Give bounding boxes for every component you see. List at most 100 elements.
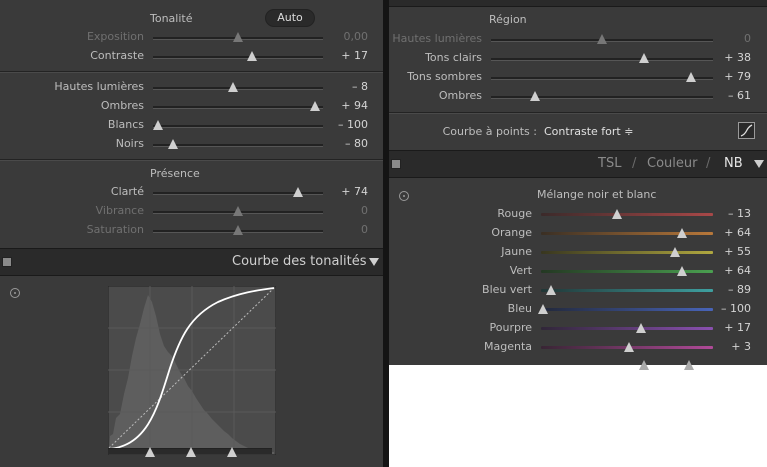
- slider-row-exposition: Exposition 0,00: [0, 29, 383, 47]
- ombres-thumb[interactable]: [310, 101, 320, 111]
- ombres-value[interactable]: – 61: [719, 89, 751, 102]
- hautes-lumières-label: Hautes lumières: [392, 32, 482, 45]
- collapse-triangle-icon[interactable]: [754, 160, 764, 168]
- pourpre-label: Pourpre: [489, 321, 533, 334]
- contraste-track[interactable]: [153, 56, 323, 59]
- slider-row-tons-sombres: Tons sombres + 79: [389, 69, 767, 87]
- tons-clairs-thumb[interactable]: [639, 53, 649, 63]
- tone-curve-header[interactable]: Courbe des tonalités: [0, 248, 383, 276]
- split-point-handle[interactable]: [145, 447, 155, 457]
- slider-row-bleu: Bleu – 100: [389, 301, 767, 319]
- tone-curve-graph[interactable]: [108, 286, 276, 455]
- tab-tsl[interactable]: TSL: [598, 156, 621, 171]
- tab-couleur[interactable]: Couleur: [647, 156, 697, 171]
- target-adjust-icon[interactable]: [399, 191, 409, 201]
- bleu-value[interactable]: – 100: [719, 302, 751, 315]
- auto-button[interactable]: Auto: [265, 9, 315, 27]
- target-adjust-icon[interactable]: [10, 288, 20, 298]
- pourpre-track[interactable]: [541, 327, 713, 330]
- noirs-thumb[interactable]: [168, 139, 178, 149]
- point-curve-label: Courbe à points :: [442, 125, 537, 138]
- vert-value[interactable]: + 64: [719, 264, 751, 277]
- hautes-lumières-thumb[interactable]: [228, 82, 238, 92]
- slider-row-contraste: Contraste + 17: [0, 48, 383, 66]
- split-point-handle[interactable]: [227, 447, 237, 457]
- noirs-track[interactable]: [153, 144, 323, 147]
- ombres-track[interactable]: [153, 106, 323, 109]
- exposition-value[interactable]: 0,00: [325, 30, 369, 43]
- nb-mix-title: Mélange noir et blanc: [537, 188, 657, 201]
- bleu-vert-track[interactable]: [541, 289, 713, 292]
- clarté-thumb[interactable]: [293, 187, 303, 197]
- rouge-value[interactable]: – 13: [719, 207, 751, 220]
- orange-value[interactable]: + 64: [719, 226, 751, 239]
- split-point-handle[interactable]: [186, 447, 196, 457]
- contraste-thumb[interactable]: [247, 51, 257, 61]
- ombres-track[interactable]: [491, 96, 713, 99]
- orange-track[interactable]: [541, 232, 713, 235]
- jaune-thumb[interactable]: [670, 247, 680, 257]
- saturation-value[interactable]: 0: [325, 223, 368, 236]
- magenta-label: Magenta: [483, 340, 532, 353]
- hautes-lumières-thumb[interactable]: [597, 34, 607, 44]
- panel-toggle-switch[interactable]: [2, 257, 12, 267]
- blancs-thumb[interactable]: [153, 120, 163, 130]
- blancs-value[interactable]: – 100: [325, 118, 368, 131]
- tab-nb[interactable]: NB: [724, 156, 743, 171]
- point-curve-select[interactable]: Contraste fort ≑: [544, 125, 633, 138]
- tons-clairs-track[interactable]: [491, 58, 713, 61]
- partial-thumb: [684, 360, 694, 370]
- slider-row-vert: Vert + 64: [389, 263, 767, 281]
- blancs-track[interactable]: [153, 125, 323, 128]
- slider-row-orange: Orange + 64: [389, 225, 767, 243]
- tons-sombres-value[interactable]: + 79: [719, 70, 751, 83]
- pourpre-value[interactable]: + 17: [719, 321, 751, 334]
- right-panel: Région Hautes lumières 0 Tons clairs + 38 To…: [389, 0, 767, 370]
- bleu-vert-thumb[interactable]: [546, 285, 556, 295]
- orange-thumb[interactable]: [677, 228, 687, 238]
- bleu-track[interactable]: [541, 308, 713, 311]
- ombres-thumb[interactable]: [530, 91, 540, 101]
- vibrance-value[interactable]: 0: [325, 204, 368, 217]
- noirs-value[interactable]: – 80: [325, 137, 368, 150]
- panel-toggle-switch[interactable]: [391, 159, 401, 169]
- slider-row-tons-clairs: Tons clairs + 38: [389, 50, 767, 68]
- vibrance-thumb[interactable]: [233, 206, 243, 216]
- vert-track[interactable]: [541, 270, 713, 273]
- rouge-track[interactable]: [541, 213, 713, 216]
- divider: [0, 72, 383, 73]
- vert-label: Vert: [509, 264, 532, 277]
- jaune-track[interactable]: [541, 251, 713, 254]
- edit-point-curve-icon[interactable]: [738, 122, 755, 139]
- clarté-label: Clarté: [110, 185, 144, 198]
- hautes-lumières-track[interactable]: [153, 87, 323, 90]
- hautes-lumières-value[interactable]: 0: [719, 32, 751, 45]
- jaune-label: Jaune: [501, 245, 532, 258]
- collapse-triangle-icon[interactable]: [369, 258, 379, 266]
- tons-sombres-thumb[interactable]: [686, 72, 696, 82]
- bleu-thumb[interactable]: [538, 304, 548, 314]
- slider-row-vibrance: Vibrance 0: [0, 203, 383, 221]
- contraste-value[interactable]: + 17: [325, 49, 368, 62]
- slider-row-rouge: Rouge – 13: [389, 206, 767, 224]
- vert-thumb[interactable]: [677, 266, 687, 276]
- magenta-thumb[interactable]: [624, 342, 634, 352]
- hautes-lumières-label: Hautes lumières: [54, 80, 144, 93]
- hautes-lumières-value[interactable]: – 8: [325, 80, 368, 93]
- clarté-value[interactable]: + 74: [325, 185, 368, 198]
- tons-sombres-track[interactable]: [491, 77, 713, 80]
- saturation-thumb[interactable]: [233, 225, 243, 235]
- slider-row-bleu-vert: Bleu vert – 89: [389, 282, 767, 300]
- region-title: Région: [489, 13, 527, 26]
- pourpre-thumb[interactable]: [636, 323, 646, 333]
- slider-row-noirs: Noirs – 80: [0, 136, 383, 154]
- tons-clairs-value[interactable]: + 38: [719, 51, 751, 64]
- ombres-value[interactable]: + 94: [325, 99, 368, 112]
- jaune-value[interactable]: + 55: [719, 245, 751, 258]
- slider-row-saturation: Saturation 0: [0, 222, 383, 240]
- rouge-thumb[interactable]: [612, 209, 622, 219]
- exposition-thumb[interactable]: [233, 32, 243, 42]
- magenta-value[interactable]: + 3: [719, 340, 751, 353]
- bleu-vert-value[interactable]: – 89: [719, 283, 751, 296]
- saturation-label: Saturation: [86, 223, 144, 236]
